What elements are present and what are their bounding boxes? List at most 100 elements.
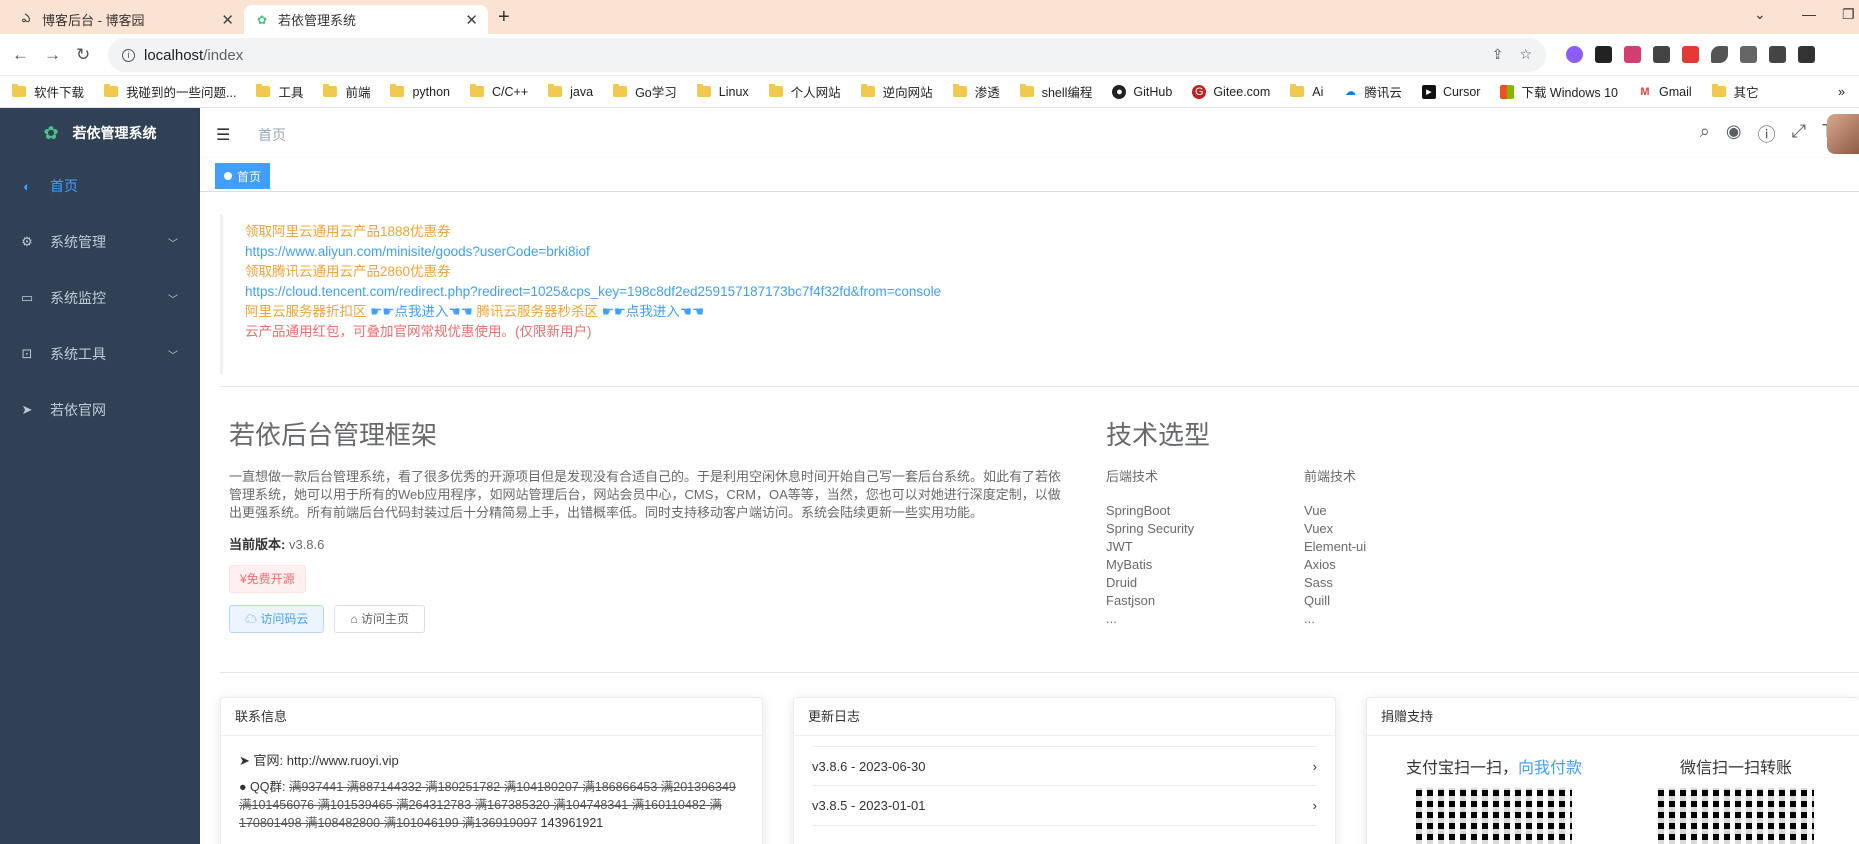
bookmark-folder[interactable]: 逆向网站 — [860, 82, 933, 101]
intro-title: 若依后台管理框架 — [229, 420, 438, 450]
intro-description: 一直想做一款后台管理系统，看了很多优秀的开源项目但是发现没有合适自己的。于是利用… — [229, 469, 1062, 520]
bookmark-tencent-cloud[interactable]: ☁ 腾讯云 — [1343, 82, 1402, 101]
bookmark-windows[interactable]: 下载 Windows 10 — [1500, 82, 1618, 101]
visit-gitee-button[interactable]: ☁ 访问码云 — [229, 605, 325, 633]
bookmark-folder[interactable]: 个人网站 — [768, 82, 841, 101]
list-item: SpringBoot — [1106, 503, 1171, 518]
list-item: ... — [1106, 611, 1117, 626]
sidebar-item-official-site[interactable]: ➤ 若依官网 — [0, 382, 200, 438]
promo-aliyun-link[interactable]: https://www.aliyun.com/minisite/goods?us… — [245, 242, 1859, 262]
list-item: Quill — [1304, 593, 1331, 608]
restore-icon[interactable]: ❐ — [1842, 6, 1855, 23]
bookmark-folder[interactable]: 渗透 — [952, 82, 1000, 101]
promo-tencent-link[interactable]: https://cloud.tencent.com/redirect.php?r… — [245, 282, 1859, 302]
bookmark-folder[interactable]: 工具 — [256, 82, 303, 101]
close-tab-icon[interactable]: ✕ — [221, 11, 234, 29]
download-icon[interactable] — [1769, 46, 1786, 63]
extension-stripe-icon[interactable] — [1653, 46, 1670, 63]
bookmark-folder[interactable]: 其它 — [1711, 82, 1759, 101]
bookmark-folder[interactable]: Ai — [1290, 84, 1323, 99]
reading-list-icon[interactable] — [1740, 46, 1757, 63]
hamburger-icon[interactable]: ☰ — [216, 125, 230, 145]
sidebar: ✿ 若依管理系统 ◐ 首页 ⚙ 系统管理 ﹀ ▭ 系统监控 ﹀ ⊡ 系统工具 ﹀… — [0, 108, 200, 844]
folder-icon — [613, 84, 628, 97]
bookmark-gmail[interactable]: M Gmail — [1638, 85, 1691, 99]
bookmark-folder[interactable]: 软件下载 — [12, 82, 84, 101]
url-text[interactable]: localhost/index — [144, 47, 243, 64]
sidebar-logo[interactable]: ✿ 若依管理系统 — [0, 108, 200, 158]
chevron-down-icon: ﹀ — [168, 238, 178, 250]
changelog-row[interactable]: v3.8.5 - 2023-01-01 › — [812, 786, 1317, 826]
minimize-icon[interactable]: — — [1802, 6, 1816, 22]
sidebar-item-system-tools[interactable]: ⊡ 系统工具 ﹀ — [0, 326, 200, 382]
breadcrumb: 首页 — [258, 127, 286, 143]
pay-me-link[interactable]: 向我付款 — [1518, 760, 1582, 777]
promo-aliyun-text: 领取阿里云通用云产品1888优惠券 — [245, 224, 451, 239]
bookmark-folder[interactable]: 我碰到的一些问题... — [104, 82, 236, 101]
sidebar-item-system-monitor[interactable]: ▭ 系统监控 ﹀ — [0, 270, 200, 326]
changelog-row[interactable]: v3.8.6 - 2023-06-30 › — [812, 746, 1317, 786]
close-tab-icon[interactable]: ✕ — [465, 11, 478, 29]
side-panel-icon[interactable] — [1798, 46, 1815, 63]
github-icon: ● — [1112, 84, 1127, 99]
puzzle-icon[interactable] — [1711, 46, 1728, 63]
browser-tab-blog[interactable]: ఎ 博客后台 - 博客园 ✕ — [8, 5, 244, 34]
tag-home[interactable]: 首页 — [215, 163, 271, 189]
list-item: Vuex — [1304, 521, 1334, 536]
ruoyi-favicon-icon: ✿ — [256, 12, 268, 27]
promo-aliyun-enter-link[interactable]: ☛☛点我进入☚☚ — [370, 304, 472, 319]
sidebar-item-label: 系统管理 — [50, 234, 106, 250]
app-title: 若依管理系统 — [72, 125, 157, 141]
bookmark-folder[interactable]: Go学习 — [613, 82, 677, 101]
address-bar[interactable]: i localhost/index ⇪ ☆ — [108, 38, 1546, 72]
ruoyi-logo-icon: ✿ — [43, 122, 59, 143]
folder-icon — [768, 84, 783, 97]
version-line: 当前版本: v3.8.6 — [229, 537, 325, 552]
github-icon[interactable]: ◉ — [1726, 121, 1742, 147]
bookmark-folder[interactable]: 前端 — [323, 82, 370, 101]
top-navbar: ☰ 首页 ⌕ ◉ ⓘ ⤢ T — [200, 108, 1859, 158]
sidebar-item-home[interactable]: ◐ 首页 — [0, 158, 200, 214]
share-icon[interactable]: ⇪ — [1492, 46, 1504, 63]
extension-ai-icon[interactable] — [1566, 46, 1583, 63]
bookmark-gitee[interactable]: G Gitee.com — [1192, 84, 1270, 99]
help-icon[interactable]: ⓘ — [1758, 121, 1776, 147]
more-bookmarks-icon[interactable]: » — [1838, 85, 1845, 99]
bookmark-folder[interactable]: shell编程 — [1019, 82, 1092, 101]
bookmark-folder[interactable]: java — [548, 84, 593, 99]
new-tab-icon[interactable]: + — [498, 6, 510, 29]
bookmark-folder[interactable]: C/C++ — [470, 84, 528, 99]
forward-icon[interactable]: → — [44, 45, 61, 65]
bookmark-cursor[interactable]: ▸ Cursor — [1421, 84, 1480, 99]
bookmark-github[interactable]: ● GitHub — [1112, 84, 1172, 99]
main-content: 领取阿里云通用云产品1888优惠券 https://www.aliyun.com… — [200, 192, 1859, 844]
avatar[interactable] — [1827, 114, 1859, 154]
site-info-icon[interactable]: i — [122, 48, 135, 62]
sidebar-item-system-management[interactable]: ⚙ 系统管理 ﹀ — [0, 214, 200, 270]
bookmark-folder[interactable]: Linux — [696, 84, 749, 99]
wechat-qr-code — [1658, 788, 1814, 844]
visit-homepage-button[interactable]: ⌂ 访问主页 — [334, 605, 425, 633]
list-item: Vue — [1304, 503, 1327, 518]
bookmark-folder[interactable]: python — [390, 84, 450, 99]
folder-icon — [323, 84, 338, 97]
search-icon[interactable]: ⌕ — [1700, 121, 1710, 147]
sidebar-item-label: 首页 — [50, 178, 78, 194]
official-site-link[interactable]: http://www.ruoyi.vip — [287, 753, 399, 768]
backend-tech-list: 后端技术 SpringBoot Spring Security JWT MyBa… — [1106, 468, 1304, 628]
donate-card: 捐赠支持 支付宝扫一扫，向我付款 微信扫一扫转账 — [1366, 697, 1859, 844]
browser-tab-ruoyi[interactable]: ✿ 若依管理系统 ✕ — [244, 5, 488, 34]
list-item: MyBatis — [1106, 557, 1153, 572]
reload-icon[interactable]: ↻ — [76, 45, 90, 65]
bookmark-star-icon[interactable]: ☆ — [1519, 46, 1532, 63]
promo-tencent-enter-link[interactable]: ☛☛点我进入☚☚ — [602, 304, 704, 319]
extension-pink-icon[interactable] — [1624, 46, 1641, 63]
fullscreen-icon[interactable]: ⤢ — [1792, 121, 1806, 147]
tab-search-chevron-icon[interactable]: ⌄ — [1754, 6, 1766, 23]
chevron-down-icon: ﹀ — [168, 350, 178, 362]
extension-mask-icon[interactable] — [1595, 46, 1612, 63]
back-icon[interactable]: ← — [12, 45, 29, 65]
intro-section: 若依后台管理框架 一直想做一款后台管理系统，看了很多优秀的开源项目但是发现没有合… — [229, 415, 1069, 633]
folder-icon — [256, 84, 271, 97]
extension-fe-icon[interactable] — [1682, 46, 1699, 63]
